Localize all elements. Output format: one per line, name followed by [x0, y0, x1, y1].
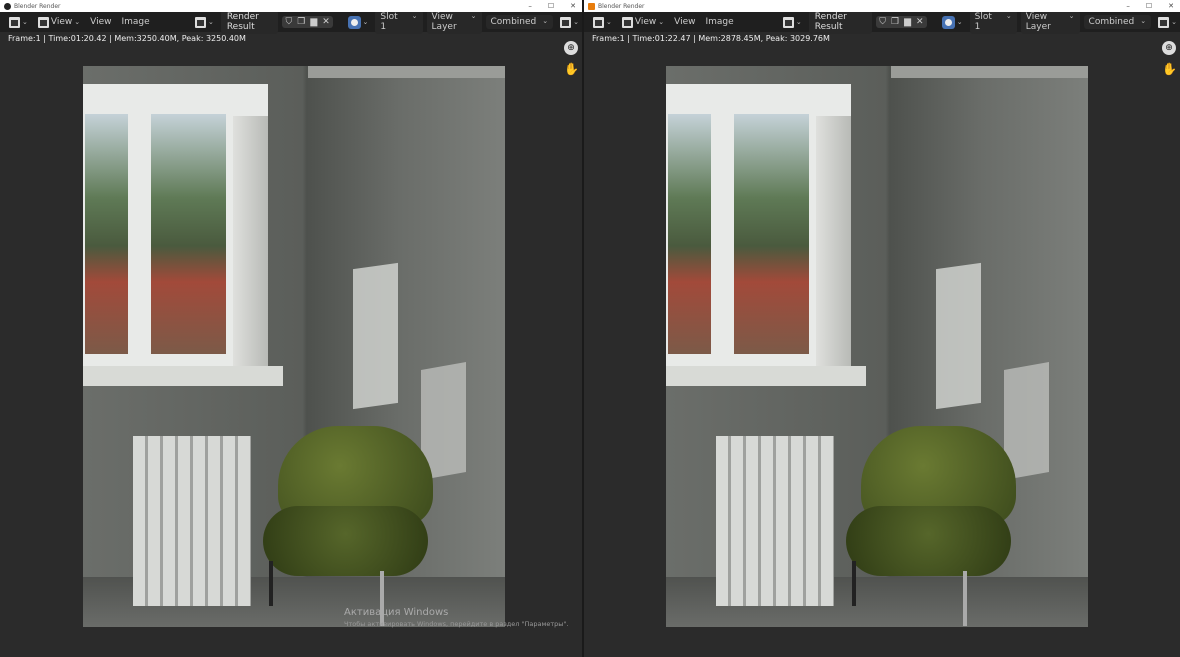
image-editor-icon — [593, 16, 604, 28]
view-icon — [37, 16, 49, 28]
chevron-down-icon: ⌄ — [606, 18, 612, 26]
radiator-in-render — [716, 436, 834, 606]
open-folder-icon[interactable]: ▆ — [904, 17, 911, 27]
view-mode-dropdown[interactable]: View ⌄ — [619, 16, 667, 29]
slot-label: Slot 1 — [380, 12, 398, 32]
chevron-down-icon: ⌄ — [362, 18, 369, 26]
menu-view[interactable]: View — [87, 16, 114, 28]
editor-type-button[interactable]: ⌄ — [590, 16, 615, 29]
gizmo-toggle[interactable]: ⌄ — [557, 16, 582, 29]
gizmo-toggle[interactable]: ⌄ — [1155, 16, 1180, 29]
chevron-down-icon: ⌄ — [74, 18, 81, 26]
open-folder-icon[interactable]: ▆ — [310, 17, 317, 27]
pan-hand-icon[interactable]: ✋ — [564, 62, 579, 76]
window-title: Blender Render — [14, 2, 61, 10]
maximize-button[interactable]: ☐ — [1146, 0, 1152, 12]
render-stats: Frame:1 | Time:01:20.42 | Mem:3250.40M, … — [8, 34, 246, 43]
view-mode-label: View — [634, 17, 657, 27]
display-channels-button[interactable]: ⌄ — [345, 15, 372, 30]
new-image-icon[interactable]: ❐ — [297, 17, 305, 27]
chevron-down-icon: ⌄ — [1171, 18, 1178, 26]
fake-user-shield-icon[interactable]: ⛉ — [285, 17, 292, 27]
chevron-down-icon: ⌄ — [1005, 12, 1012, 20]
chevron-down-icon: ⌄ — [573, 18, 579, 26]
view-layer-dropdown[interactable]: View Layer ⌄ — [1020, 10, 1080, 34]
image-name-field[interactable]: Render Result — [220, 10, 279, 34]
render-stats: Frame:1 | Time:01:22.47 | Mem:2878.45M, … — [592, 34, 830, 43]
render-pass-label: Combined — [1088, 17, 1135, 27]
blender-window-right: Blender Render – ☐ ✕ ⌄ View ⌄ View Image … — [584, 0, 1180, 657]
render-pass-dropdown[interactable]: Combined ⌄ — [1083, 15, 1152, 29]
zoom-icon[interactable]: ⊕ — [1162, 41, 1176, 55]
radiator-in-render — [133, 436, 251, 606]
windows-activation-text: Чтобы активировать Windows, перейдите в … — [344, 620, 569, 628]
chevron-down-icon: ⌄ — [411, 12, 418, 20]
unlink-close-icon[interactable]: ✕ — [916, 17, 924, 27]
chevron-down-icon: ⌄ — [956, 18, 963, 26]
image-icon — [194, 16, 206, 28]
chevron-down-icon: ⌄ — [1068, 12, 1075, 20]
image-editor-icon — [9, 16, 20, 28]
new-image-icon[interactable]: ❐ — [891, 17, 899, 27]
image-icon — [782, 16, 794, 28]
blender-logo-icon — [4, 2, 11, 10]
chevron-down-icon: ⌄ — [22, 18, 28, 26]
slot-dropdown[interactable]: Slot 1 ⌄ — [969, 10, 1017, 34]
view-mode-dropdown[interactable]: View ⌄ — [35, 16, 83, 29]
maximize-button[interactable]: ☐ — [548, 0, 554, 12]
view-layer-label: View Layer — [1025, 12, 1051, 32]
channels-icon — [941, 15, 955, 29]
minimize-button[interactable]: – — [1126, 0, 1130, 12]
menu-image[interactable]: Image — [702, 16, 736, 28]
view-layer-label: View Layer — [431, 12, 457, 32]
pan-hand-icon[interactable]: ✋ — [1162, 62, 1177, 76]
minimize-button[interactable]: – — [528, 0, 532, 12]
view-mode-label: View — [50, 17, 73, 27]
window-title: Blender Render — [598, 2, 645, 10]
zoom-icon[interactable]: ⊕ — [564, 41, 578, 55]
browse-image-button[interactable]: ⌄ — [780, 16, 805, 29]
chevron-down-icon: ⌄ — [658, 18, 665, 26]
close-button[interactable]: ✕ — [1168, 0, 1174, 12]
view-icon — [621, 16, 633, 28]
title-bar: Blender Render – ☐ ✕ — [584, 0, 1180, 12]
close-button[interactable]: ✕ — [570, 0, 576, 12]
channels-icon — [347, 15, 361, 29]
unlink-close-icon[interactable]: ✕ — [322, 17, 330, 27]
title-bar: Blender Render – ☐ ✕ — [0, 0, 582, 12]
editor-type-button[interactable]: ⌄ — [6, 16, 31, 29]
chevron-down-icon: ⌄ — [207, 18, 214, 26]
blender-logo-icon — [588, 2, 595, 10]
render-pass-dropdown[interactable]: Combined ⌄ — [485, 15, 554, 29]
render-result-image — [666, 66, 1088, 627]
image-name-field[interactable]: Render Result — [808, 10, 873, 34]
render-result-image — [83, 66, 505, 627]
display-channels-button[interactable]: ⌄ — [939, 15, 966, 30]
gizmo-icon — [560, 16, 572, 28]
menu-view[interactable]: View — [671, 16, 698, 28]
slot-label: Slot 1 — [974, 12, 992, 32]
chevron-down-icon: ⌄ — [470, 12, 477, 20]
menu-image[interactable]: Image — [118, 16, 152, 28]
browse-image-button[interactable]: ⌄ — [192, 16, 217, 29]
chevron-down-icon: ⌄ — [795, 18, 802, 26]
fake-user-shield-icon[interactable]: ⛉ — [879, 17, 886, 27]
gizmo-icon — [1158, 16, 1170, 28]
chevron-down-icon: ⌄ — [542, 17, 549, 25]
image-editor-header: ⌄ View ⌄ View Image ⌄ Render Result ⛉ ❐ ▆ ✕ … — [0, 10, 582, 34]
slot-dropdown[interactable]: Slot 1 ⌄ — [375, 10, 423, 34]
blender-window-left: Blender Render – ☐ ✕ ⌄ View ⌄ View Image … — [0, 0, 582, 657]
windows-activation-title: Активация Windows — [344, 607, 449, 618]
view-layer-dropdown[interactable]: View Layer ⌄ — [426, 10, 482, 34]
render-pass-label: Combined — [490, 17, 537, 27]
chevron-down-icon: ⌄ — [1140, 17, 1147, 25]
image-editor-header: ⌄ View ⌄ View Image ⌄ Render Result ⛉ ❐ ▆ ✕ … — [584, 10, 1180, 34]
